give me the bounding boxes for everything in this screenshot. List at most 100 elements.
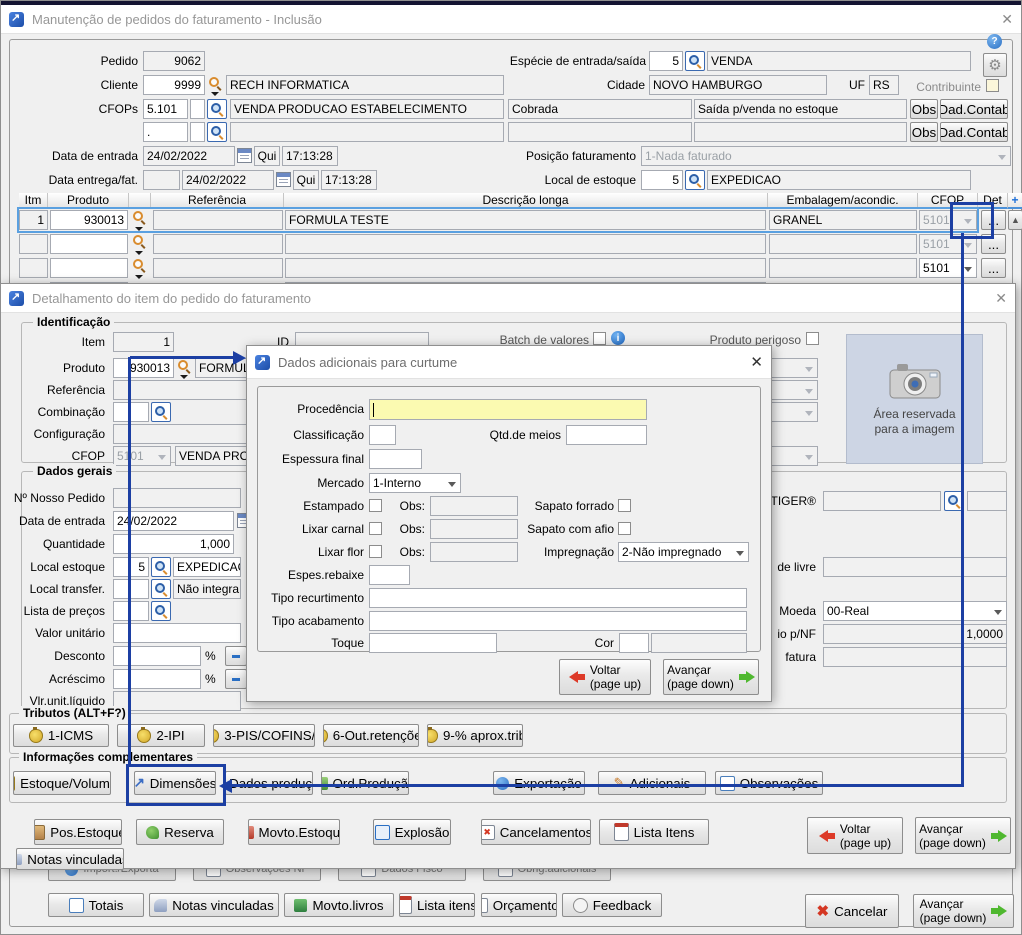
search-icon[interactable]: [177, 359, 191, 373]
movto-estoque-button[interactable]: Movto.Estoque: [248, 819, 340, 845]
cfop2-search-button[interactable]: [207, 122, 227, 142]
adicionais-button[interactable]: ✎Adicionais: [598, 771, 706, 795]
pis-cofins-button[interactable]: 3-PIS/COFINS/II: [213, 724, 315, 747]
notas-vinculadas-button[interactable]: Notas vinculadas: [149, 893, 279, 917]
scroll-up-button[interactable]: ▲: [1008, 210, 1022, 230]
local-estoque-code-field[interactable]: 5: [113, 557, 149, 577]
observacoes-button[interactable]: Observações: [715, 771, 823, 795]
produto-perigoso-checkbox[interactable]: [806, 332, 819, 345]
det-button[interactable]: ...: [981, 258, 1006, 278]
cfop1-code-field[interactable]: 5.101: [143, 99, 188, 119]
lixar-carnal-checkbox[interactable]: [369, 522, 382, 535]
calendar-icon[interactable]: [237, 148, 252, 163]
reserva-button[interactable]: Reserva: [136, 819, 224, 845]
lista-precos-search-button[interactable]: [151, 601, 171, 621]
local-transfer-search-button[interactable]: [151, 579, 171, 599]
mercado-combo[interactable]: 1-Interno: [369, 473, 461, 493]
combinacao-search-button[interactable]: [151, 402, 171, 422]
movto-livros-button[interactable]: Movto.livros: [284, 893, 394, 917]
cliente-code-field[interactable]: 9999: [143, 75, 205, 95]
voltar-button[interactable]: Voltar(page up): [559, 659, 651, 695]
combinacao-field[interactable]: [113, 402, 149, 422]
acrescimo-aux-button[interactable]: [225, 669, 247, 689]
icms-button[interactable]: 1-ICMS: [13, 724, 109, 747]
espes-rebaixe-field[interactable]: [369, 565, 410, 585]
cell-produto[interactable]: [50, 234, 128, 254]
cor-code-field[interactable]: [619, 633, 649, 653]
local-estoque-name-field[interactable]: EXPEDICAO: [173, 557, 241, 577]
notas-vinculadas-button[interactable]: Notas vinculadas: [16, 848, 124, 870]
impregnacao-combo[interactable]: 2-Não impregnado: [618, 542, 749, 562]
sapato-afio-checkbox[interactable]: [618, 522, 631, 535]
obs-button[interactable]: Obs: [910, 99, 938, 119]
exportacao-button[interactable]: Exportação: [493, 771, 585, 795]
dropdown-arrow-icon[interactable]: [135, 227, 143, 231]
sapato-forrado-checkbox[interactable]: [618, 499, 631, 512]
cell-produto[interactable]: 930013: [50, 210, 128, 230]
lixar-flor-checkbox[interactable]: [369, 545, 382, 558]
moeda-combo[interactable]: 00-Real: [823, 601, 1007, 621]
local-estoque-search-button[interactable]: [685, 170, 705, 190]
avancar-button[interactable]: Avançar(page down): [913, 894, 1014, 928]
dados-producao-button[interactable]: Dados produção: [225, 771, 313, 795]
dropdown-arrow-icon[interactable]: [211, 92, 219, 96]
estoque-volumes-button[interactable]: Estoque/Volumes: [13, 771, 111, 795]
dad-contab-button[interactable]: Dad.Contab: [940, 99, 1008, 119]
avancar-button[interactable]: Avançar(page down): [663, 659, 759, 695]
grid-add-row-button[interactable]: +: [1008, 193, 1022, 209]
search-icon[interactable]: [132, 210, 146, 224]
desconto-field[interactable]: [113, 646, 201, 666]
cfop2-sub-field[interactable]: [190, 122, 205, 142]
especie-search-button[interactable]: [685, 51, 705, 71]
close-icon[interactable]: ✕: [1001, 11, 1013, 28]
espessura-final-field[interactable]: [369, 449, 422, 469]
especie-code-field[interactable]: 5: [649, 51, 683, 71]
dropdown-arrow-icon[interactable]: [180, 375, 188, 379]
local-estoque-search-button[interactable]: [151, 557, 171, 577]
tipo-recurtimento-field[interactable]: [369, 588, 747, 608]
estampado-checkbox[interactable]: [369, 499, 382, 512]
cell-cfop-combo[interactable]: 5101: [919, 258, 977, 278]
valor-unitario-field[interactable]: [113, 623, 241, 643]
dad-contab-button[interactable]: Dad.Contab: [940, 122, 1008, 142]
cfop1-sub-field[interactable]: [190, 99, 205, 119]
produto-code-field[interactable]: 930013: [113, 358, 174, 378]
cfop1-search-button[interactable]: [207, 99, 227, 119]
settings-gear-button[interactable]: ⚙: [983, 53, 1007, 77]
cancelamentos-button[interactable]: ✖Cancelamentos: [481, 819, 591, 845]
close-icon[interactable]: ✕: [750, 353, 763, 371]
lista-itens-button[interactable]: Lista Itens: [599, 819, 709, 845]
help-icon[interactable]: ?: [987, 34, 1002, 49]
lista-itens-button[interactable]: Lista itens: [399, 893, 475, 917]
search-icon[interactable]: [208, 76, 222, 90]
quantidade-field[interactable]: 1,000: [113, 534, 234, 554]
voltar-button[interactable]: Voltar(page up): [807, 817, 903, 854]
ord-producao-button[interactable]: Ord.Produção: [321, 771, 409, 795]
toque-field[interactable]: [369, 633, 497, 653]
procedencia-field[interactable]: [369, 399, 647, 420]
contribuinte-checkbox[interactable]: [986, 79, 999, 92]
dropdown-arrow-icon[interactable]: [135, 251, 143, 255]
out-retencoes-button[interactable]: 6-Out.retenções: [323, 724, 419, 747]
desconto-aux-button[interactable]: [225, 646, 247, 666]
cfop2-code-field[interactable]: .: [143, 122, 188, 142]
classificacao-field[interactable]: [369, 425, 396, 445]
search-icon[interactable]: [132, 258, 146, 272]
search-icon[interactable]: [132, 234, 146, 248]
avancar-button[interactable]: Avançar(page down): [915, 817, 1011, 854]
acrescimo-field[interactable]: [113, 669, 201, 689]
qtd-meios-field[interactable]: [566, 425, 647, 445]
aprox-trib-button[interactable]: 9-% aprox.trib: [427, 724, 523, 747]
explosao-button[interactable]: Explosão: [373, 819, 451, 845]
pos-estoque-button[interactable]: Pos.Estoque: [34, 819, 122, 845]
cell-produto[interactable]: [50, 258, 128, 278]
cancelar-button[interactable]: ✖Cancelar: [805, 894, 899, 928]
lista-precos-field[interactable]: [113, 601, 149, 621]
totais-button[interactable]: Totais: [48, 893, 144, 917]
batch-valores-checkbox[interactable]: [593, 332, 606, 345]
data-entrada-field[interactable]: 24/02/2022: [113, 511, 234, 531]
info-icon[interactable]: i: [611, 331, 625, 345]
close-icon[interactable]: ✕: [995, 290, 1007, 307]
orcamentos-button[interactable]: Orçamentos: [481, 893, 557, 917]
calendar-icon[interactable]: [276, 172, 291, 187]
